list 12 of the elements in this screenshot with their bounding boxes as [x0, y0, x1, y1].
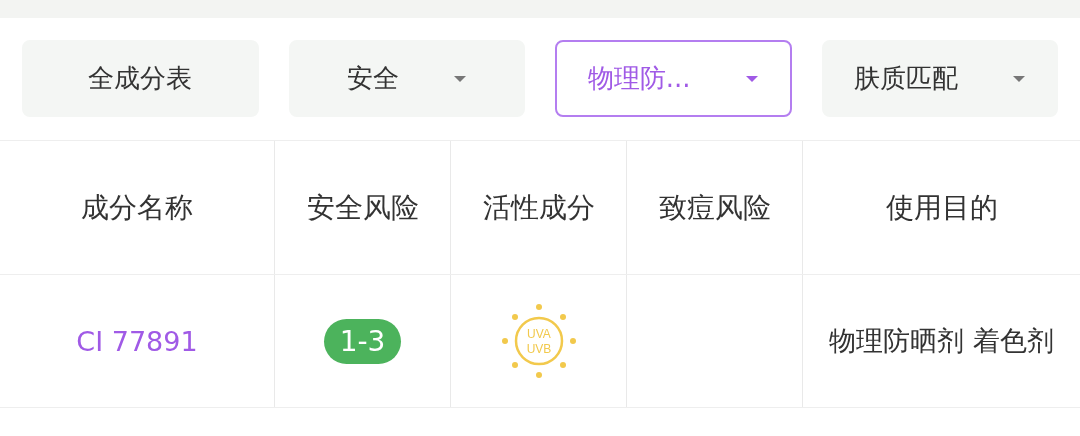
column-header: 成分名称: [0, 141, 275, 274]
risk-badge: 1-3: [323, 318, 402, 364]
ingredient-link[interactable]: CI 77891: [76, 325, 198, 357]
filter-button[interactable]: 全成分表: [22, 40, 259, 117]
column-header: 使用目的: [884, 189, 999, 226]
filter-dropdown[interactable]: 物理防...: [555, 40, 792, 117]
column-header: 活性成分: [451, 141, 627, 274]
column-header: 致痘风险: [627, 141, 803, 274]
filter-dropdown[interactable]: 肤质匹配: [821, 40, 1058, 117]
filter-dropdown[interactable]: 安全: [288, 40, 525, 117]
table-cell-text: 物理防晒剂 着色剂: [829, 324, 1054, 358]
column-header: 安全风险: [275, 141, 451, 274]
